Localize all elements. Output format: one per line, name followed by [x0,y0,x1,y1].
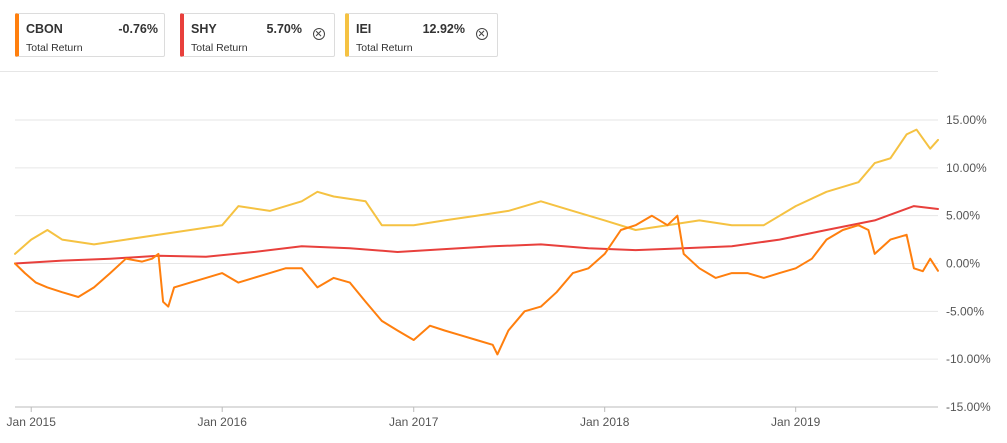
x-tick-label: Jan 2019 [771,415,821,429]
line-chart: 15.00% 10.00% 5.00% 0.00% -5.00% -10.00% -15.0… [7,113,992,429]
y-tick-label: -10.00% [946,352,991,366]
x-tick-label: Jan 2016 [198,415,248,429]
y-tick-label: 0.00% [946,257,980,271]
y-tick-label: 10.00% [946,161,987,175]
x-tick-label: Jan 2018 [580,415,630,429]
y-tick-label: -5.00% [946,304,984,318]
x-tick-label: Jan 2015 [7,415,57,429]
y-tick-label: 5.00% [946,209,980,223]
y-tick-label: -15.00% [946,400,991,414]
x-tick-label: Jan 2017 [389,415,439,429]
y-tick-label: 15.00% [946,113,987,127]
